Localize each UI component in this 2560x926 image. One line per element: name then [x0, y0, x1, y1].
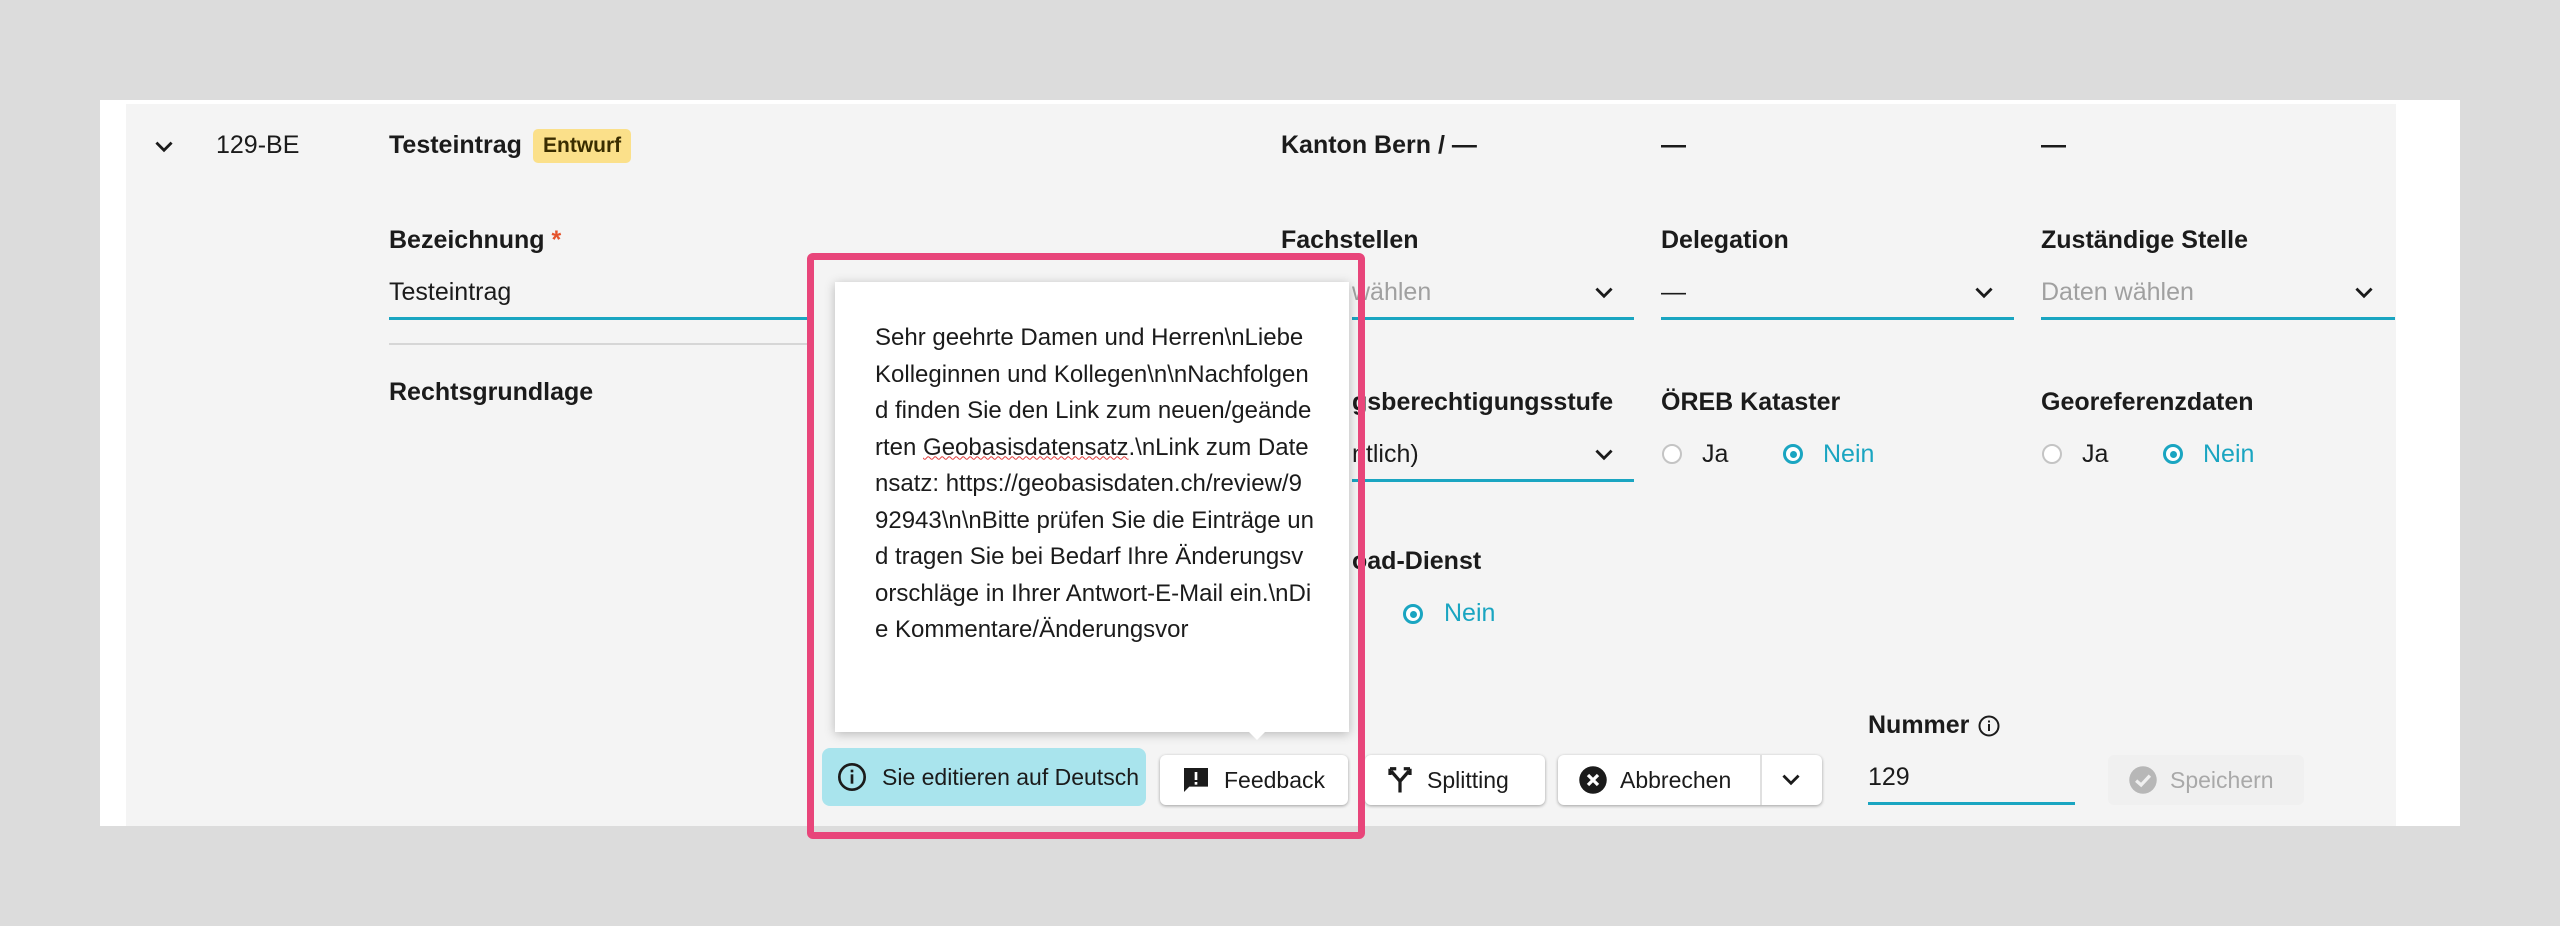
check-circle-icon	[2129, 766, 2157, 794]
zugang-label: gsberechtigungsstufe	[1352, 388, 1614, 416]
bezeichnung-underline	[389, 317, 809, 320]
language-info: Sie editieren auf Deutsch	[822, 748, 1146, 806]
cancel-button[interactable]: Abbrechen	[1620, 767, 1731, 794]
popup-arrow	[1245, 728, 1269, 740]
cancel-button-group: Abbrechen	[1558, 755, 1822, 805]
delegation-select[interactable]: —	[1661, 278, 1686, 307]
oereb-nein-label[interactable]: Nein	[1823, 440, 1874, 469]
info-icon[interactable]	[1977, 714, 2001, 738]
download-nein-label[interactable]: Nein	[1444, 599, 1495, 628]
bezeichnung-label: Bezeichnung *	[389, 226, 562, 254]
georef-ja-label[interactable]: Ja	[2082, 440, 2108, 469]
splitting-button[interactable]: Splitting	[1365, 755, 1545, 805]
download-label: oad-Dienst	[1352, 547, 1482, 575]
split-icon	[1388, 767, 1412, 793]
chevron-down-icon[interactable]	[1971, 280, 1997, 306]
georef-label: Georeferenzdaten	[2041, 388, 2254, 416]
feedback-button[interactable]: Feedback	[1160, 755, 1348, 805]
divider	[389, 343, 809, 345]
status-badge: Entwurf	[533, 129, 632, 163]
entry-id: 129-BE	[216, 131, 300, 159]
georef-nein-label[interactable]: Nein	[2203, 440, 2254, 469]
fachstellen-underline	[1352, 317, 1634, 320]
chevron-down-icon[interactable]	[1591, 280, 1617, 306]
feedback-icon	[1184, 768, 1208, 792]
georef-ja-radio[interactable]	[2042, 444, 2062, 464]
zustaendige-underline	[2041, 317, 2395, 320]
feedback-popup: Sehr geehrte Damen und Herren\nLiebe Kol…	[835, 282, 1349, 732]
zugang-underline	[1352, 479, 1634, 482]
fachstellen-label: Fachstellen	[1281, 226, 1419, 254]
popup-text: Sehr geehrte Damen und Herren\nLiebe Kol…	[875, 324, 1314, 643]
cancel-icon[interactable]	[1578, 765, 1608, 795]
oereb-ja-label[interactable]: Ja	[1702, 440, 1728, 469]
zustaendige-select[interactable]: Daten wählen	[2041, 278, 2194, 307]
nummer-input[interactable]: 129	[1868, 763, 1910, 792]
fachstellen-select[interactable]: wählen	[1352, 278, 1431, 307]
rechtsgrundlage-label: Rechtsgrundlage	[389, 378, 594, 406]
bezeichnung-input[interactable]: Testeintrag	[389, 278, 511, 307]
nummer-underline	[1868, 802, 2075, 805]
chevron-down-icon[interactable]	[151, 134, 177, 160]
save-button[interactable]: Speichern	[2108, 755, 2304, 805]
divider	[1760, 755, 1762, 805]
chevron-down-icon[interactable]	[1778, 767, 1804, 793]
zugang-select[interactable]: ntlich)	[1352, 440, 1419, 469]
nummer-label: Nummer	[1868, 711, 1970, 739]
info-icon	[838, 763, 866, 791]
canton-label: Kanton Bern / —	[1281, 131, 1477, 159]
delegation-label: Delegation	[1661, 226, 1789, 254]
oereb-nein-radio[interactable]	[1783, 444, 1803, 464]
header-col3: —	[2041, 131, 2066, 159]
georef-nein-radio[interactable]	[2163, 444, 2183, 464]
delegation-underline	[1661, 317, 2014, 320]
chevron-down-icon[interactable]	[2351, 280, 2377, 306]
entry-title: Testeintrag	[389, 131, 522, 159]
chevron-down-icon[interactable]	[1591, 442, 1617, 468]
oereb-ja-radio[interactable]	[1662, 444, 1682, 464]
zustaendige-label: Zuständige Stelle	[2041, 226, 2248, 254]
download-nein-radio[interactable]	[1403, 604, 1423, 624]
header-col2: —	[1661, 131, 1686, 159]
oereb-label: ÖREB Kataster	[1661, 388, 1841, 416]
